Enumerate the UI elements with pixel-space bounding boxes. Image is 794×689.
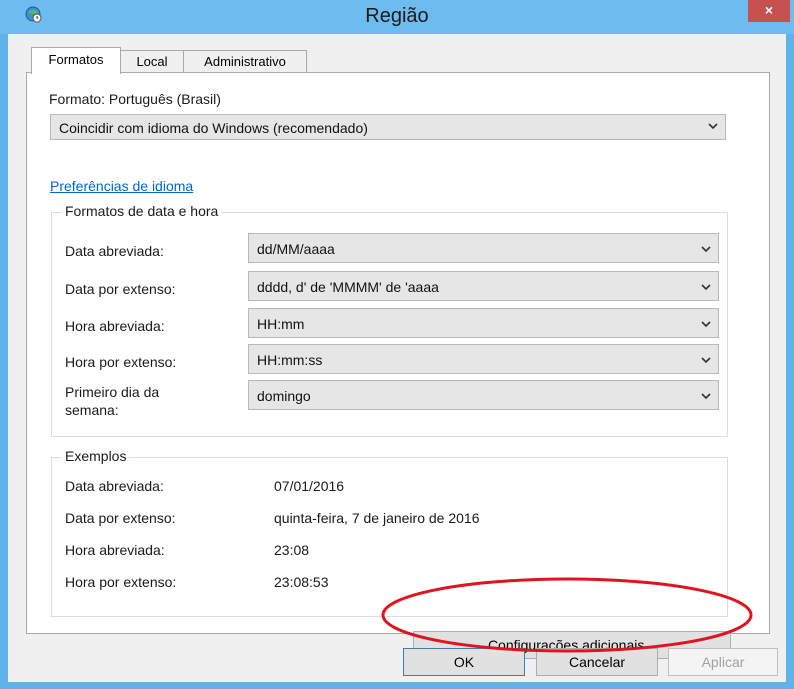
window-title: Região <box>365 5 429 27</box>
apply-button: Aplicar <box>668 648 778 676</box>
example-long-date-label: Data por extenso: <box>65 510 176 526</box>
formatos-tab-panel: Formato: Português (Brasil) Coincidir co… <box>26 72 770 659</box>
long-time-label: Hora por extenso: <box>65 354 177 370</box>
long-date-value: dddd, d' de 'MMMM' de 'aaaa <box>257 279 439 295</box>
examples-group: Exemplos Data abreviada: 07/01/2016 Data… <box>51 448 728 617</box>
chevron-down-icon <box>708 123 718 130</box>
chevron-down-icon <box>701 284 711 291</box>
first-day-of-week-label: Primeiro dia da semana: <box>65 384 160 418</box>
long-date-label: Data por extenso: <box>65 281 176 297</box>
title-bar[interactable]: Região × <box>0 0 794 34</box>
example-short-time-label: Hora abreviada: <box>65 542 165 558</box>
first-day-of-week-select[interactable]: domingo <box>248 380 719 410</box>
example-long-time-value: 23:08:53 <box>274 574 329 590</box>
dialog-client-area: Formatos Local Administrativo Formato: P… <box>8 34 786 682</box>
close-button[interactable]: × <box>748 0 790 22</box>
short-date-label: Data abreviada: <box>65 243 164 259</box>
first-day-of-week-value: domingo <box>257 388 311 404</box>
example-short-date-value: 07/01/2016 <box>274 478 345 494</box>
format-label: Formato: Português (Brasil) <box>49 91 221 107</box>
short-date-value: dd/MM/aaaa <box>257 241 335 257</box>
short-time-label: Hora abreviada: <box>65 318 165 334</box>
long-time-value: HH:mm:ss <box>257 352 323 368</box>
tab-formatos[interactable]: Formatos <box>31 47 121 74</box>
example-long-time-label: Hora por extenso: <box>65 574 177 590</box>
example-short-date-label: Data abreviada: <box>65 478 164 494</box>
format-select-value: Coincidir com idioma do Windows (recomen… <box>59 120 368 136</box>
date-time-formats-caption: Formatos de data e hora <box>62 203 222 219</box>
short-time-value: HH:mm <box>257 316 305 332</box>
chevron-down-icon <box>701 321 711 328</box>
region-dialog-window: Região × Formatos Local Administrativo F… <box>0 0 794 689</box>
chevron-down-icon <box>701 246 711 253</box>
date-time-formats-group: Formatos de data e hora Data abreviada: … <box>51 203 728 437</box>
tab-administrativo[interactable]: Administrativo <box>183 50 307 73</box>
language-preferences-link[interactable]: Preferências de idioma <box>50 178 193 194</box>
example-short-time-value: 23:08 <box>274 542 310 558</box>
chevron-down-icon <box>701 357 711 364</box>
short-time-select[interactable]: HH:mm <box>248 308 719 338</box>
format-select[interactable]: Coincidir com idioma do Windows (recomen… <box>50 114 726 140</box>
ok-button[interactable]: OK <box>403 648 525 676</box>
cancel-button[interactable]: Cancelar <box>536 648 658 676</box>
short-date-select[interactable]: dd/MM/aaaa <box>248 233 719 263</box>
long-date-select[interactable]: dddd, d' de 'MMMM' de 'aaaa <box>248 271 719 301</box>
close-icon: × <box>764 2 774 18</box>
long-time-select[interactable]: HH:mm:ss <box>248 344 719 374</box>
tab-local[interactable]: Local <box>119 50 185 73</box>
examples-caption: Exemplos <box>62 448 130 464</box>
chevron-down-icon <box>701 393 711 400</box>
example-long-date-value: quinta-feira, 7 de janeiro de 2016 <box>274 510 480 526</box>
